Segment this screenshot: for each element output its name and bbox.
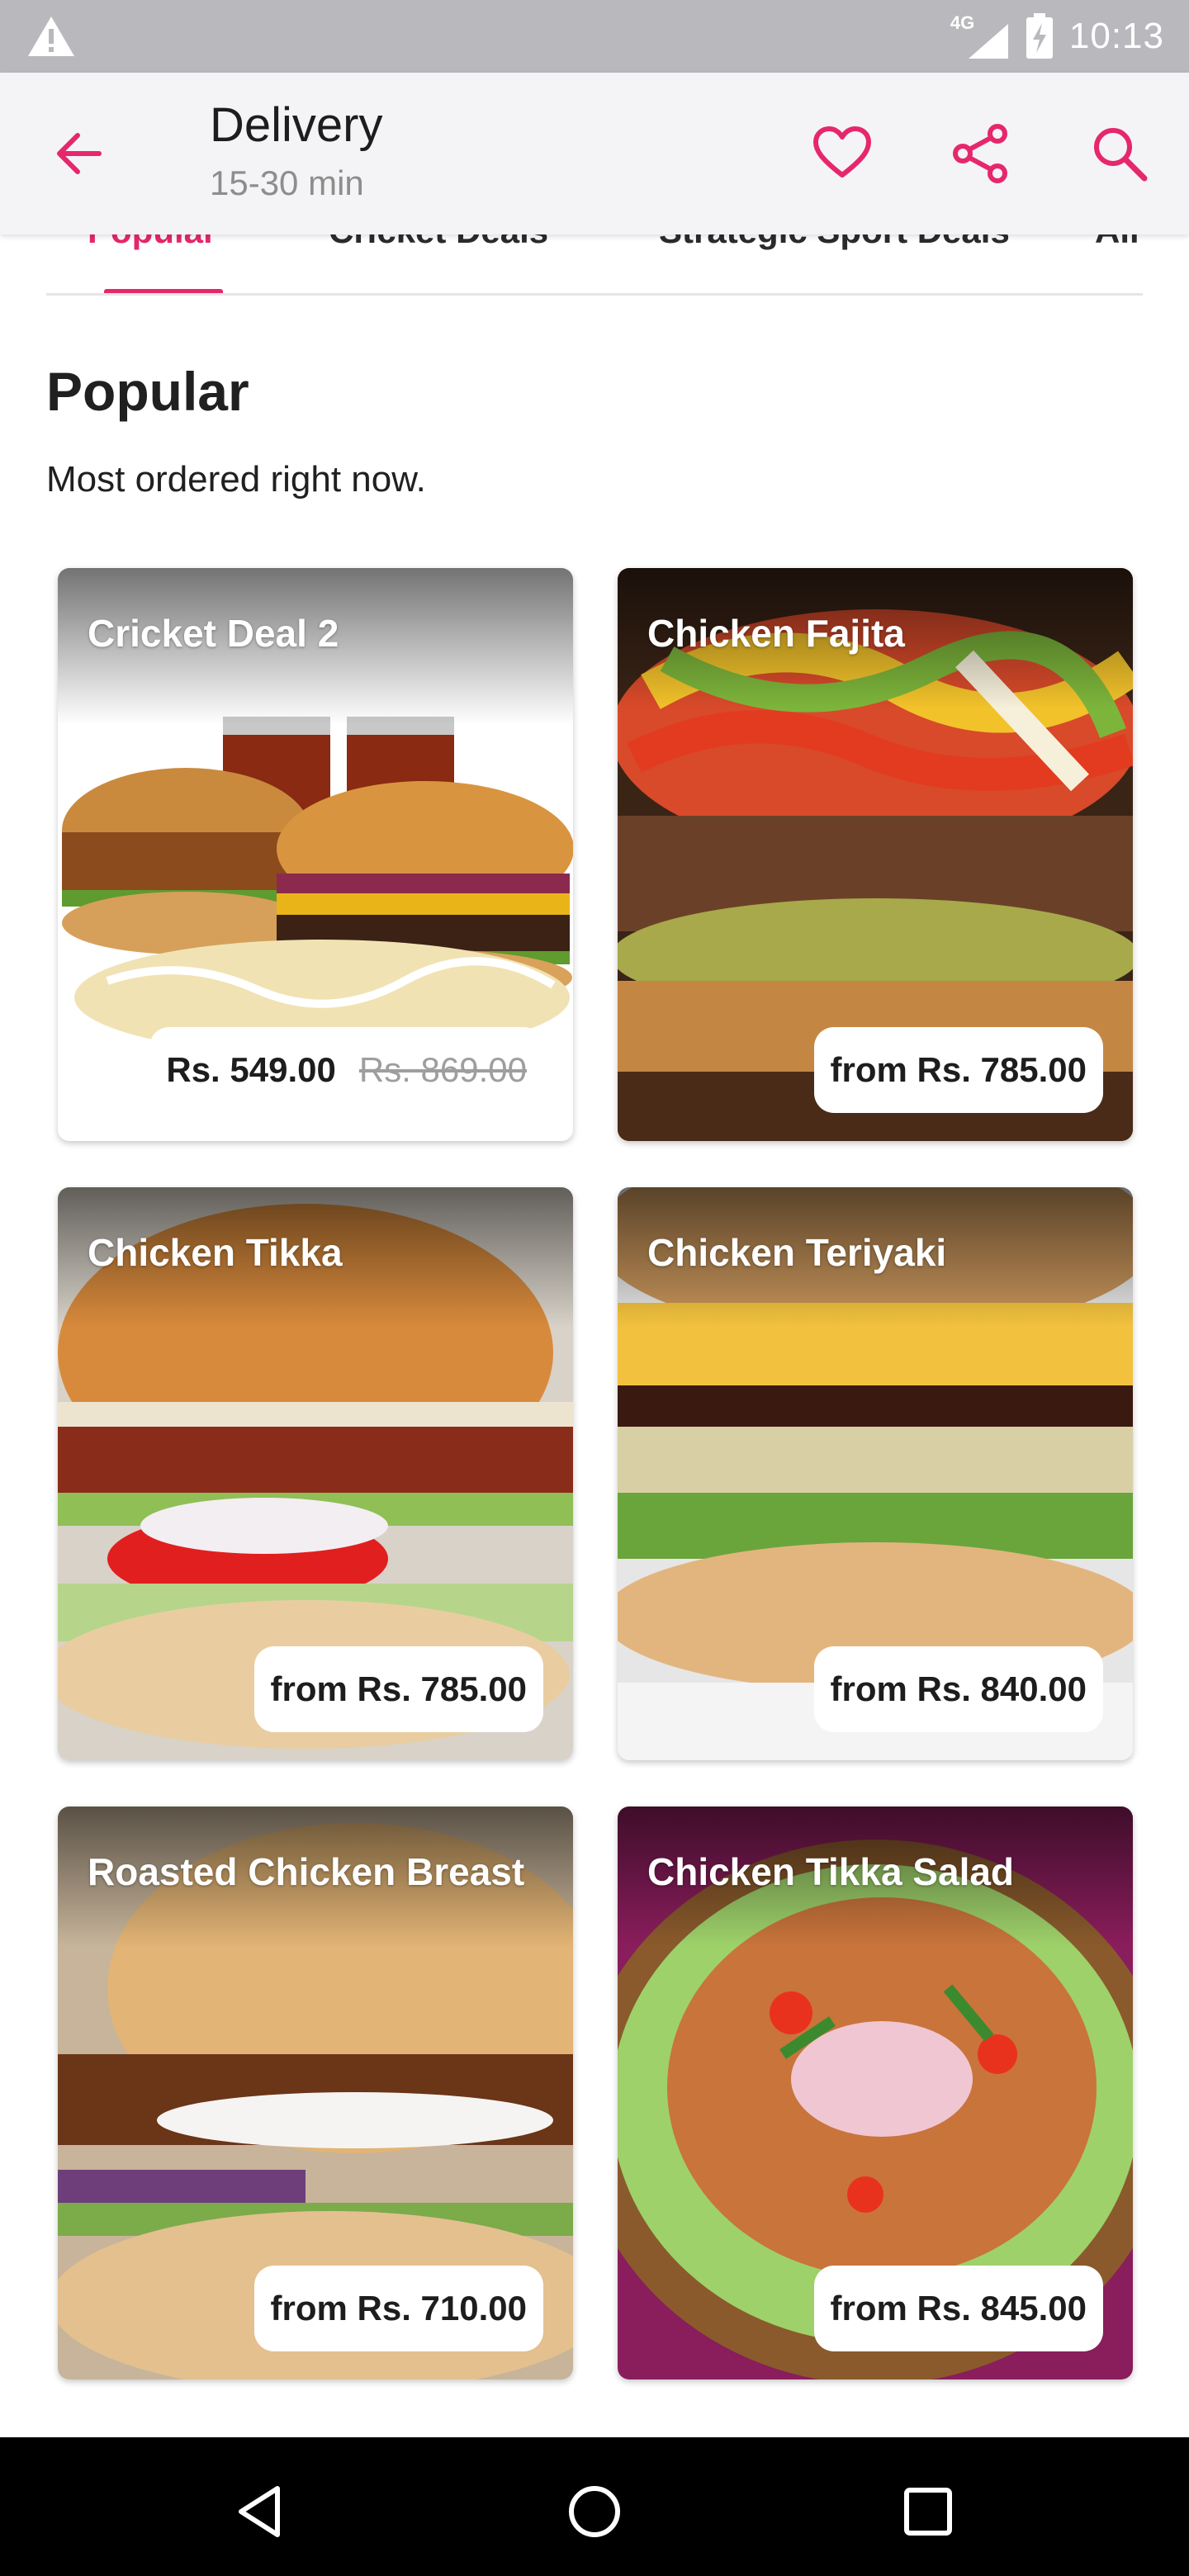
product-name: Chicken Tikka [88,1231,343,1274]
back-arrow-icon[interactable] [46,121,112,187]
status-bar: 4G 10:13 [0,0,1189,73]
tab-cricket-deals[interactable]: Cricket Deals [329,234,548,251]
price: from Rs. 840.00 [830,1669,1087,1708]
app-bar: Delivery 15-30 min [0,73,1189,234]
status-right: 4G 10:13 [950,7,1164,66]
share-icon[interactable] [948,121,1014,187]
page-title: Delivery [210,98,383,152]
heart-icon[interactable] [809,121,875,187]
tab-indicator [104,289,223,293]
section-subtitle: Most ordered right now. [46,459,426,500]
section-title: Popular [46,361,249,422]
category-tabs: Popular Cricket Deals Strategic Sport De… [46,234,1143,296]
warning-icon [28,17,74,56]
product-name: Chicken Fajita [647,612,905,655]
price: from Rs. 785.00 [270,1669,528,1708]
price-badge: from Rs. 785.00 [813,1027,1103,1113]
home-circle-icon[interactable] [561,2479,628,2545]
product-name: Chicken Tikka Salad [647,1850,1015,1893]
search-icon[interactable] [1087,121,1153,187]
product-name: Roasted Chicken Breast [88,1850,525,1893]
delivery-time: 15-30 min [210,163,364,202]
product-name: Cricket Deal 2 [88,612,339,655]
product-card-chicken-teriyaki[interactable]: Chicken Teriyaki from Rs. 840.00 [618,1187,1133,1760]
signal-icon: 4G [950,12,1010,60]
product-card-chicken-tikka[interactable]: Chicken Tikka from Rs. 785.00 [58,1187,573,1760]
price-badge: from Rs. 840.00 [813,1646,1103,1732]
back-triangle-icon[interactable] [228,2479,294,2545]
product-name: Chicken Teriyaki [647,1231,947,1274]
price-badge: from Rs. 845.00 [813,2266,1103,2351]
price-badge: from Rs. 785.00 [253,1646,543,1732]
app-screen: 4G 10:13 Delivery 15-30 min Popular Most… [0,0,1189,2576]
tab-all[interactable]: All [1095,234,1139,251]
recents-square-icon[interactable] [895,2479,961,2545]
price: Rs. 549.00 [166,1050,336,1089]
status-time: 10:13 [1068,16,1164,56]
old-price: Rs. 869.00 [358,1050,527,1089]
tab-popular[interactable]: Popular [88,234,216,251]
product-card-roasted-chicken-breast[interactable]: Roasted Chicken Breast from Rs. 710.00 [58,1807,573,2379]
product-card-chicken-fajita[interactable]: Chicken Fajita from Rs. 785.00 [618,568,1133,1141]
price: from Rs. 710.00 [270,2289,528,2327]
tab-strategic-sport-deals[interactable]: Strategic Sport Deals [659,234,1010,251]
price: from Rs. 845.00 [830,2289,1087,2327]
battery-charging-icon [1026,13,1053,59]
price-badge: Rs. 549.00 Rs. 869.00 [149,1027,543,1113]
price: from Rs. 785.00 [830,1050,1087,1089]
product-card-cricket-deal-2[interactable]: Cricket Deal 2 Rs. 549.00 Rs. 869.00 [58,568,573,1141]
price-badge: from Rs. 710.00 [253,2266,543,2351]
product-card-chicken-tikka-salad[interactable]: Chicken Tikka Salad from Rs. 845.00 [618,1807,1133,2379]
system-nav-bar [0,2437,1189,2576]
